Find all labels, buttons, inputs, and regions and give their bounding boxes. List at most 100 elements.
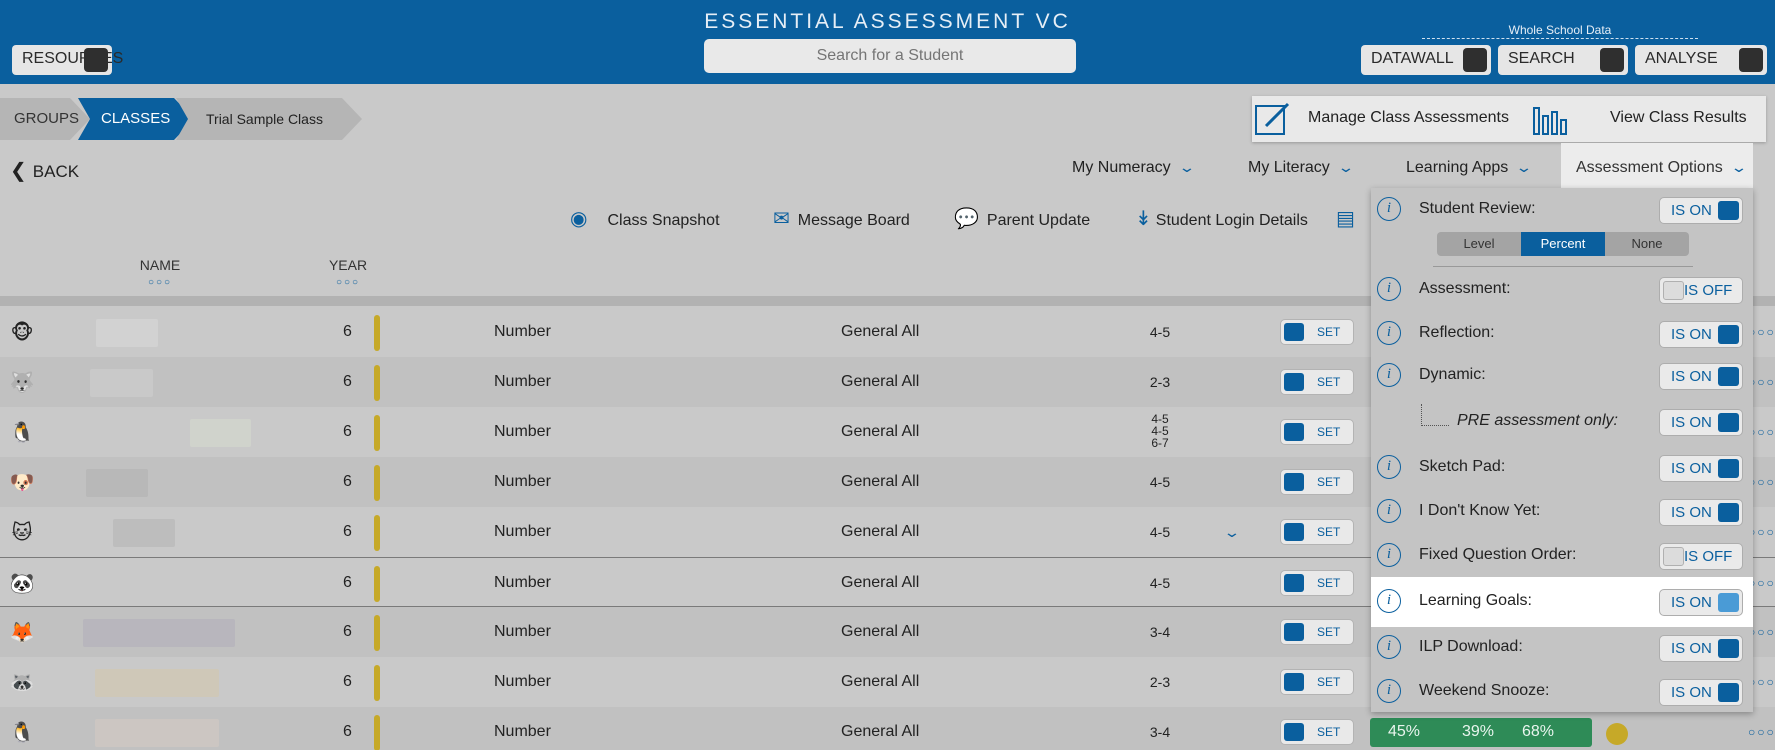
review-mode-none[interactable]: None bbox=[1605, 232, 1689, 256]
set-toggle[interactable]: SET bbox=[1280, 469, 1354, 495]
analyse-button[interactable]: ANALYSE bbox=[1635, 45, 1767, 75]
resources-button[interactable]: RESOURCES bbox=[12, 45, 123, 75]
search-button[interactable]: SEARCH bbox=[1498, 45, 1628, 75]
learning-goals-toggle[interactable]: IS ON bbox=[1659, 589, 1743, 616]
info-icon[interactable]: i bbox=[1377, 635, 1401, 659]
analyse-toggle-icon bbox=[1739, 48, 1763, 72]
info-icon[interactable]: i bbox=[1377, 543, 1401, 567]
toggle-knob bbox=[1718, 503, 1739, 522]
parent-update-button[interactable]: 💬 Parent Update bbox=[954, 206, 1090, 231]
datawall-toggle-icon bbox=[1463, 48, 1487, 72]
weekend-snooze-toggle[interactable]: IS ON bbox=[1659, 679, 1743, 706]
set-toggle[interactable]: SET bbox=[1280, 570, 1354, 596]
set-toggle[interactable]: SET bbox=[1280, 619, 1354, 645]
set-toggle[interactable]: SET bbox=[1280, 419, 1354, 445]
set-toggle[interactable]: SET bbox=[1280, 319, 1354, 345]
year-column-header[interactable]: YEAR ○○○ bbox=[320, 257, 376, 288]
view-class-results-link[interactable]: View Class Results bbox=[1610, 109, 1747, 127]
toggle-state: IS ON bbox=[1671, 504, 1712, 521]
info-icon[interactable]: i bbox=[1377, 455, 1401, 479]
range-cell: 4-5 bbox=[1149, 524, 1171, 540]
assessment-toggle[interactable]: IS OFF bbox=[1659, 277, 1743, 304]
review-mode-level[interactable]: Level bbox=[1437, 232, 1521, 256]
review-mode-segmented: Level Percent None bbox=[1437, 232, 1689, 256]
more-toolbar-button[interactable]: ▤ bbox=[1336, 206, 1363, 231]
name-column-header[interactable]: NAME ○○○ bbox=[130, 257, 190, 288]
ilp-download-toggle[interactable]: IS ON bbox=[1659, 635, 1743, 662]
results-summary[interactable]: 45% 39% 68% bbox=[1370, 718, 1592, 747]
year-column-label: YEAR bbox=[328, 257, 368, 273]
camera-icon: ◉ bbox=[570, 208, 588, 230]
raccoon-avatar-icon: 🦝 bbox=[9, 672, 35, 694]
year-cell: 6 bbox=[343, 723, 352, 740]
year-cell: 6 bbox=[343, 623, 352, 640]
toggle-knob bbox=[1718, 593, 1739, 612]
learning-apps-menu[interactable]: Learning Apps ⌄ bbox=[1406, 159, 1533, 177]
class-snapshot-button[interactable]: ◉ Class Snapshot bbox=[570, 206, 720, 231]
year-cell: 6 bbox=[343, 673, 352, 690]
toggle-state: IS ON bbox=[1671, 368, 1712, 385]
message-board-button[interactable]: ✉ Message Board bbox=[773, 206, 910, 231]
i-dont-know-yet-toggle[interactable]: IS ON bbox=[1659, 499, 1743, 526]
datawall-button[interactable]: DATAWALL bbox=[1361, 45, 1491, 75]
student-login-details-button[interactable]: ↡ Student Login Details bbox=[1135, 206, 1308, 231]
range-cell-multi: 4-5 4-5 6-7 bbox=[1130, 413, 1190, 449]
toggle-state: IS ON bbox=[1671, 414, 1712, 431]
assessment-options-menu[interactable]: Assessment Options ⌄ bbox=[1576, 159, 1747, 177]
topic-cell: General All bbox=[841, 373, 920, 390]
topic-cell: General All bbox=[841, 673, 920, 690]
year-cell: 6 bbox=[343, 574, 352, 591]
strand-cell: Number bbox=[494, 373, 551, 390]
student-name-redacted bbox=[96, 319, 158, 347]
fox-avatar-icon: 🦊 bbox=[9, 622, 35, 644]
set-toggle[interactable]: SET bbox=[1280, 719, 1354, 745]
option-label: Weekend Snooze: bbox=[1419, 682, 1550, 699]
parent-update-label: Parent Update bbox=[986, 212, 1091, 229]
range-cell: 2-3 bbox=[1149, 374, 1171, 390]
student-review-toggle[interactable]: IS ON bbox=[1659, 197, 1743, 224]
student-name-redacted bbox=[90, 369, 153, 397]
option-student-review: i Student Review: IS ON Level Percent No… bbox=[1371, 188, 1753, 267]
info-icon[interactable]: i bbox=[1377, 197, 1401, 221]
option-label: PRE assessment only: bbox=[1457, 412, 1618, 429]
dynamic-toggle[interactable]: IS ON bbox=[1659, 363, 1743, 390]
set-toggle[interactable]: SET bbox=[1280, 519, 1354, 545]
breadcrumb-groups[interactable]: GROUPS bbox=[0, 98, 90, 140]
pre-assessment-only-toggle[interactable]: IS ON bbox=[1659, 409, 1743, 436]
info-icon[interactable]: i bbox=[1377, 321, 1401, 345]
topic-cell: General All bbox=[841, 723, 920, 740]
toggle-knob bbox=[1718, 639, 1739, 658]
manage-class-assessments-link[interactable]: Manage Class Assessments bbox=[1308, 109, 1509, 127]
chevron-down-icon[interactable]: ⌄ bbox=[1223, 507, 1241, 557]
topic-cell: General All bbox=[841, 523, 920, 540]
sketch-pad-toggle[interactable]: IS ON bbox=[1659, 455, 1743, 482]
status-dot bbox=[1606, 723, 1628, 745]
my-literacy-menu[interactable]: My Literacy ⌄ bbox=[1248, 159, 1354, 177]
resources-toggle-icon bbox=[84, 48, 108, 72]
info-icon[interactable]: i bbox=[1377, 499, 1401, 523]
info-icon[interactable]: i bbox=[1377, 589, 1401, 613]
topic-cell: General All bbox=[841, 473, 920, 490]
set-toggle[interactable]: SET bbox=[1280, 369, 1354, 395]
more-dots-icon: ○○○ bbox=[335, 277, 361, 288]
student-search-input[interactable] bbox=[704, 39, 1076, 73]
my-numeracy-menu[interactable]: My Numeracy ⌄ bbox=[1072, 159, 1195, 177]
breadcrumb-classes[interactable]: CLASSES bbox=[78, 98, 194, 140]
info-icon[interactable]: i bbox=[1377, 363, 1401, 387]
toggle-knob bbox=[1284, 574, 1304, 592]
student-name-redacted bbox=[190, 419, 251, 447]
reflection-toggle[interactable]: IS ON bbox=[1659, 321, 1743, 348]
fixed-question-order-toggle[interactable]: IS OFF bbox=[1659, 543, 1743, 570]
range-cell: 3-4 bbox=[1149, 724, 1171, 740]
range-cell: 3-4 bbox=[1149, 624, 1171, 640]
info-icon[interactable]: i bbox=[1377, 679, 1401, 703]
toggle-knob bbox=[1284, 423, 1304, 441]
back-button[interactable]: ❮ BACK bbox=[10, 158, 79, 183]
set-label: SET bbox=[1317, 325, 1341, 339]
info-icon[interactable]: i bbox=[1377, 277, 1401, 301]
set-toggle[interactable]: SET bbox=[1280, 669, 1354, 695]
toggle-knob bbox=[1284, 623, 1304, 641]
panda-avatar-icon: 🐼 bbox=[9, 573, 35, 595]
review-mode-percent[interactable]: Percent bbox=[1521, 232, 1605, 256]
search-toggle-icon bbox=[1600, 48, 1624, 72]
